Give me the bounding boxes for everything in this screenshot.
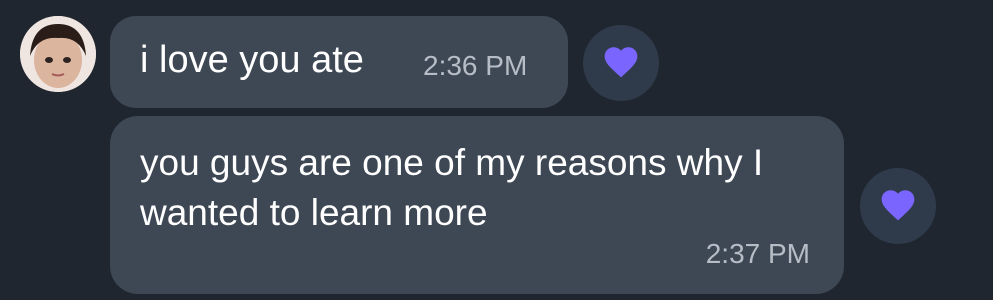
reaction-badge[interactable] <box>583 25 659 101</box>
message-timestamp: 2:36 PM <box>423 50 528 81</box>
message-timestamp: 2:37 PM <box>705 238 810 269</box>
message-bubble[interactable]: you guys are one of my reasons why I wan… <box>110 116 844 294</box>
heart-icon <box>860 186 936 222</box>
message-text: i love you ate <box>140 39 364 81</box>
heart-icon <box>583 43 659 79</box>
reaction-badge[interactable] <box>860 168 936 244</box>
avatar[interactable] <box>20 16 96 92</box>
message-text: you guys are one of my reasons why I wan… <box>140 142 764 233</box>
message-bubble[interactable]: i love you ate 2:36 PM <box>110 16 568 108</box>
